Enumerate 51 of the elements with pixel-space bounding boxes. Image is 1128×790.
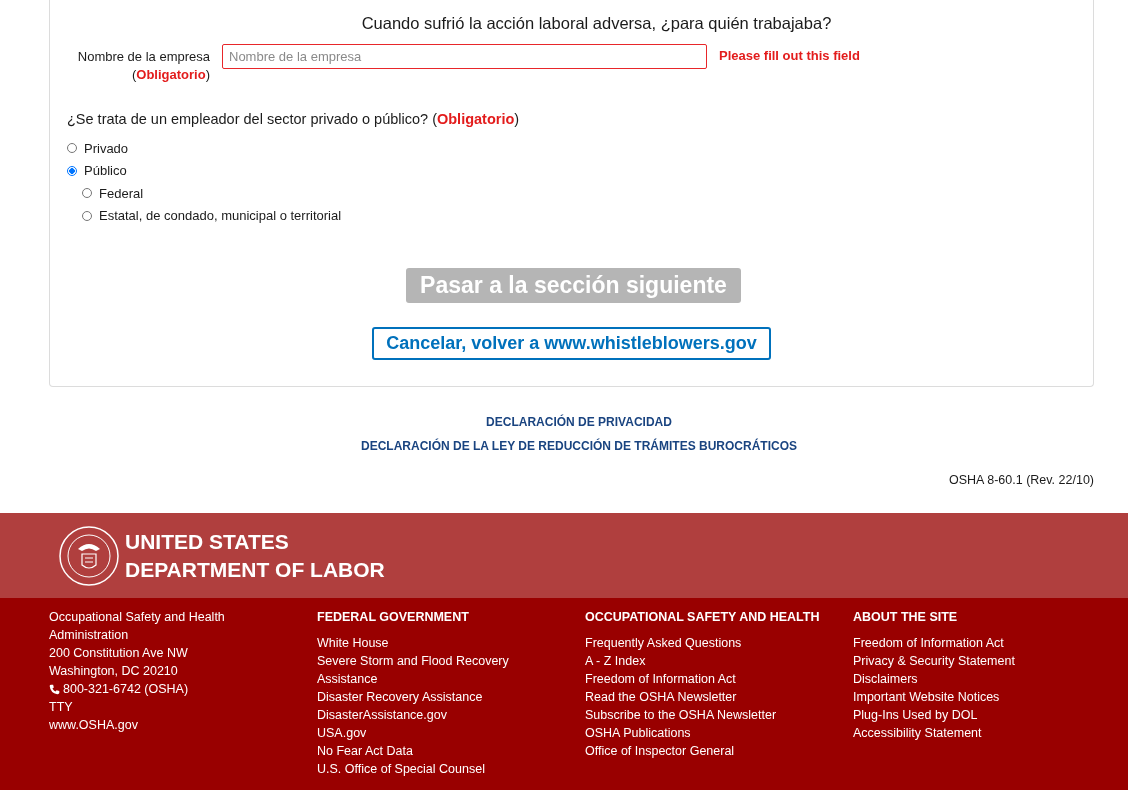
column-title: ABOUT THE SITE [853,609,958,626]
option-label: Federal [99,185,144,201]
radio-button[interactable] [67,143,77,154]
address-text: 200 Constitution Ave NW [49,645,188,662]
column-title: FEDERAL GOVERNMENT [317,609,469,626]
radio-button[interactable] [82,188,92,199]
agency-name: DEPARTMENT OF LABOR [125,556,385,583]
required-label: (Obligatorio) [131,66,210,84]
form-version: OSHA 8-60.1 (Rev. 22/10) [949,473,1094,487]
radio-button[interactable] [82,210,92,221]
sector-question: ¿Se trata de un empleador del sector privado o público? (Obligatorio) [67,111,521,127]
footer-link[interactable]: Plug-Ins Used by DOL [853,706,978,724]
company-name-field[interactable]: Nombre de la empresa [222,44,707,69]
option-label: Público [84,163,127,179]
footer-link[interactable]: Subscribe to the OSHA Newsletter [585,706,777,724]
column-title: OCCUPATIONAL SAFETY AND HEALTH [585,609,820,626]
footer-link[interactable]: White House [317,634,389,652]
footer-link[interactable]: DisasterAssistance.gov [317,706,447,724]
address-text: Occupational Safety and Health Administration [49,609,226,644]
footer-link[interactable]: DECLARACIÓN DE LA LEY DE REDUCCIÓN DE TRÁMITES BUROCRÁTICOS [361,439,797,453]
field-label: Nombre de la empresa [77,48,210,66]
footer-link[interactable]: No Fear Act Data [317,742,413,760]
phone-icon [49,683,60,695]
footer-link[interactable]: Disclaimers [853,670,918,688]
footer-link[interactable]: Important Website Notices [853,688,1000,706]
cancel-button[interactable]: Cancelar, volver a www.whistleblowers.gov [372,327,771,360]
footer-link[interactable]: USA.gov [317,724,367,742]
phone-number: 800-321-6742 (OSHA) [63,681,189,698]
footer-link[interactable]: OSHA Publications [585,724,691,742]
form-heading: Cuando sufrió la acción laboral adversa, ¿para quién trabajaba? [360,14,833,33]
footer-link[interactable]: Office of Inspector General [585,742,735,760]
error-message: Please fill out this field [719,48,860,63]
footer-link[interactable]: Freedom of Information Act [853,634,1004,652]
footer-link[interactable]: A - Z Index [585,652,646,670]
footer-link[interactable]: Frequently Asked Questions [585,634,742,652]
footer-link[interactable]: DECLARACIÓN DE PRIVACIDAD [486,415,672,429]
footer-link[interactable]: Read the OSHA Newsletter [585,688,737,706]
footer-link[interactable]: Accessibility Statement [853,724,982,742]
address-text: Washington, DC 20210 [49,663,178,680]
option-label: Estatal, de condado, municipal o territorial [99,208,342,224]
footer-link[interactable]: Severe Storm and Flood Recovery Assistance [317,652,522,688]
agency-name: UNITED STATES [125,528,290,555]
footer-link[interactable]: www.OSHA.gov [49,716,138,734]
option-label: Privado [84,140,129,156]
seal-drawing [58,524,120,587]
radio-button[interactable] [67,165,77,176]
footer-link[interactable]: TTY [49,698,73,716]
footer-link[interactable]: Disaster Recovery Assistance [317,688,483,706]
footer-link[interactable]: U.S. Office of Special Counsel [317,760,485,778]
footer-link[interactable]: Privacy & Security Statement [853,652,1015,670]
footer-link[interactable]: Freedom of Information Act [585,670,736,688]
